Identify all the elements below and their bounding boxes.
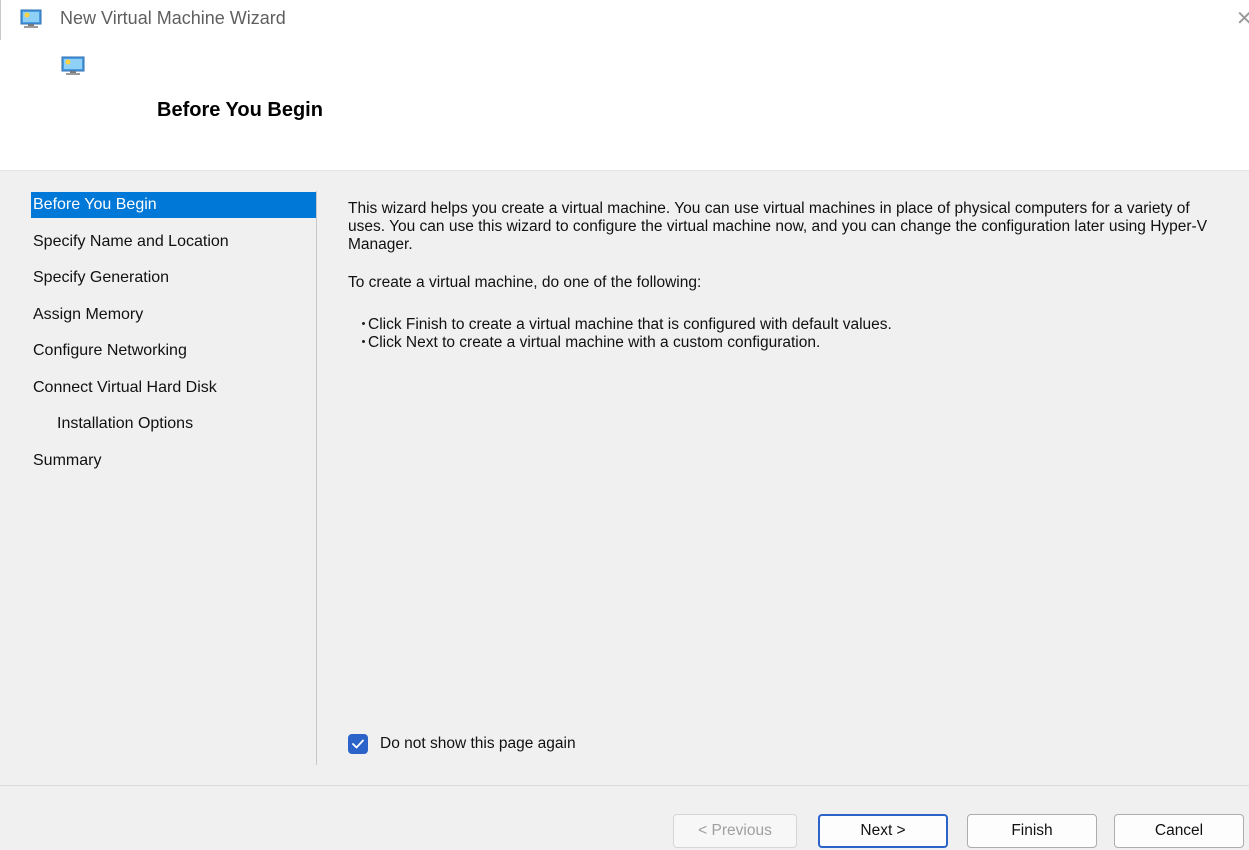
window-title: New Virtual Machine Wizard xyxy=(60,8,286,28)
options-list: Click Finish to create a virtual machine… xyxy=(348,316,1218,352)
checkmark-icon xyxy=(352,739,364,749)
wizard-footer: < Previous Next > Finish Cancel xyxy=(0,786,1249,850)
nav-item-summary[interactable]: Summary xyxy=(33,448,316,474)
nav-item-specify-name-and-location[interactable]: Specify Name and Location xyxy=(33,229,316,255)
page-title: Before You Begin xyxy=(157,99,323,121)
virtual-machine-icon xyxy=(20,9,42,29)
list-item-text: Click Next to create a virtual machine w… xyxy=(368,334,821,351)
nav-item-specify-generation[interactable]: Specify Generation xyxy=(33,265,316,291)
step-navigation: Before You Begin Specify Name and Locati… xyxy=(31,192,316,484)
wizard-body: Before You Begin Specify Name and Locati… xyxy=(0,171,1249,785)
nav-item-installation-options[interactable]: Installation Options xyxy=(33,411,316,437)
title-bar: New Virtual Machine Wizard ✕ xyxy=(0,0,1249,40)
wizard-header: Before You Begin xyxy=(0,40,1249,170)
list-item-text: Click Finish to create a virtual machine… xyxy=(368,316,892,333)
checkbox-label[interactable]: Do not show this page again xyxy=(380,735,576,753)
intro-paragraph: This wizard helps you create a virtual m… xyxy=(348,200,1208,253)
close-icon[interactable]: ✕ xyxy=(1236,6,1249,30)
previous-button[interactable]: < Previous xyxy=(673,814,797,848)
bullet-icon xyxy=(362,340,365,344)
instructions-paragraph: To create a virtual machine, do one of t… xyxy=(348,274,702,291)
nav-item-configure-networking[interactable]: Configure Networking xyxy=(33,338,316,364)
virtual-machine-icon xyxy=(61,56,85,76)
next-button[interactable]: Next > xyxy=(818,814,948,848)
do-not-show-again-checkbox-row[interactable]: Do not show this page again xyxy=(348,733,576,755)
cancel-button[interactable]: Cancel xyxy=(1114,814,1244,848)
nav-item-before-you-begin[interactable]: Before You Begin xyxy=(31,192,316,218)
wizard-window: New Virtual Machine Wizard ✕ Before You … xyxy=(0,0,1249,850)
nav-divider xyxy=(316,191,317,765)
list-item: Click Finish to create a virtual machine… xyxy=(362,316,1218,334)
content-panel: This wizard helps you create a virtual m… xyxy=(348,200,1218,352)
list-item: Click Next to create a virtual machine w… xyxy=(362,334,1218,352)
do-not-show-again-checkbox[interactable] xyxy=(348,734,368,754)
bullet-icon xyxy=(362,322,365,326)
nav-item-assign-memory[interactable]: Assign Memory xyxy=(33,302,316,328)
finish-button[interactable]: Finish xyxy=(967,814,1097,848)
nav-item-connect-virtual-hard-disk[interactable]: Connect Virtual Hard Disk xyxy=(33,375,316,401)
